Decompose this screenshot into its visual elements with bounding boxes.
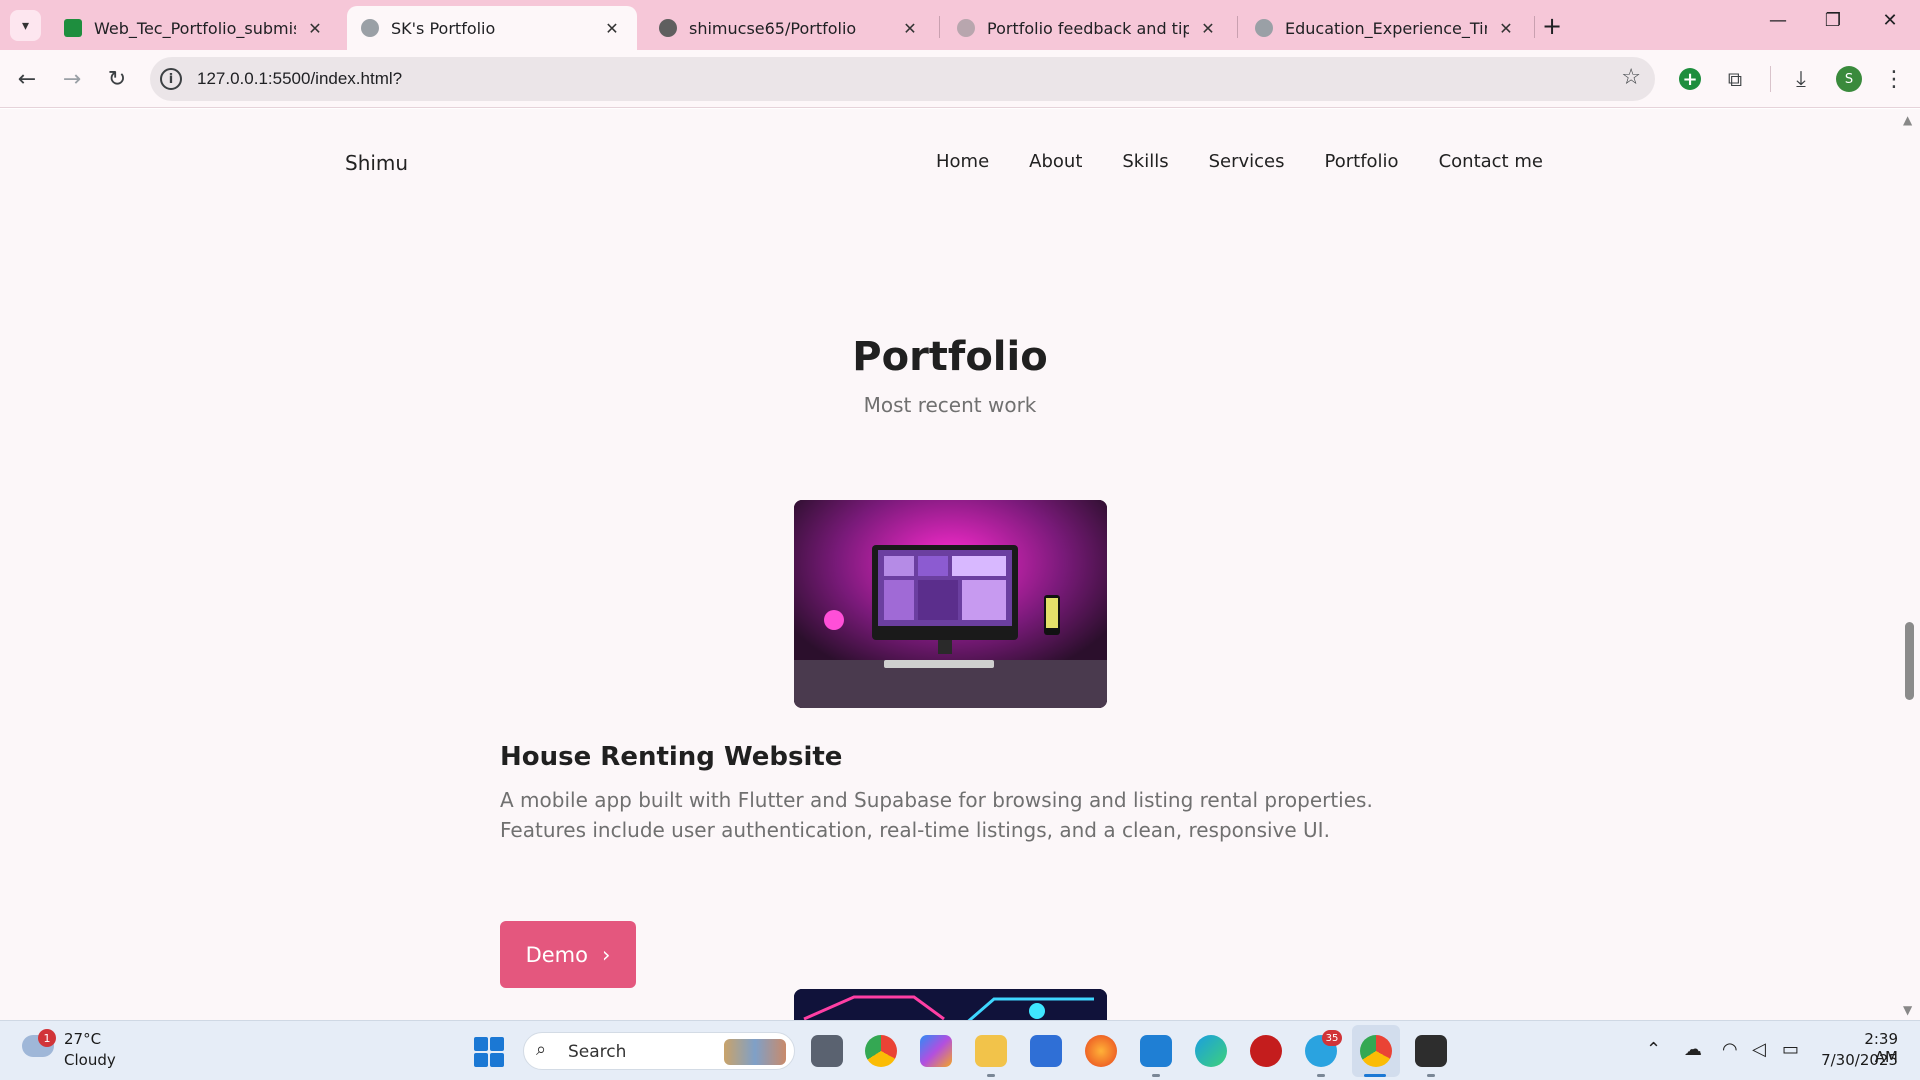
nav-about[interactable]: About <box>1029 151 1082 172</box>
forward-arrow-icon[interactable]: → <box>55 62 89 96</box>
nav-skills[interactable]: Skills <box>1122 151 1168 172</box>
github-icon <box>659 19 677 37</box>
tab-label: Education_Experience_Timeline <box>1285 18 1487 38</box>
taskbar-search-box[interactable]: ⌕ Search <box>523 1032 795 1070</box>
chevron-up-icon[interactable]: ⌃ <box>1646 1039 1661 1060</box>
new-tab-plus-icon[interactable]: + <box>1542 12 1562 40</box>
running-indicator <box>1152 1074 1160 1077</box>
tab-portfolio-submission[interactable]: Web_Tec_Portfolio_submission ✕ <box>50 6 340 50</box>
telegram-unread-badge: 35 <box>1322 1030 1342 1046</box>
running-indicator <box>1317 1074 1325 1077</box>
address-bar[interactable]: i 127.0.0.1:5500/index.html? ☆ <box>150 57 1655 101</box>
browser-tab-strip: ▾ Web_Tec_Portfolio_submission ✕ SK's Po… <box>0 0 1920 50</box>
close-icon[interactable]: ✕ <box>1197 17 1219 39</box>
windows-taskbar: 1 27°C Cloudy ⌕ Search 35 ⌃ ☁ ◠ ◁ ▭ 2:39… <box>0 1020 1920 1080</box>
page-viewport: Shimu Home About Skills Services Portfol… <box>0 109 1920 1020</box>
battery-icon[interactable]: ▭ <box>1782 1039 1799 1060</box>
tab-education-timeline[interactable]: Education_Experience_Timeline ✕ <box>1241 6 1531 50</box>
tab-github-portfolio[interactable]: shimucse65/Portfolio ✕ <box>645 6 935 50</box>
tab-sk-portfolio[interactable]: SK's Portfolio ✕ <box>347 6 637 50</box>
scroll-up-arrow-icon[interactable]: ▲ <box>1903 113 1912 127</box>
toolbar-separator <box>1770 66 1771 92</box>
next-project-image <box>794 989 1107 1020</box>
security-app-icon[interactable] <box>1250 1035 1282 1067</box>
project-title: House Renting Website <box>500 742 843 772</box>
tab-search-button[interactable]: ▾ <box>10 10 41 41</box>
scrollbar-thumb[interactable] <box>1905 622 1914 700</box>
tab-separator <box>1534 16 1535 38</box>
back-arrow-icon[interactable]: ← <box>10 62 44 96</box>
url-text[interactable]: 127.0.0.1:5500/index.html? <box>197 69 402 89</box>
tab-label: Portfolio feedback and tips <box>987 18 1189 38</box>
scroll-down-arrow-icon[interactable]: ▼ <box>1903 1003 1912 1017</box>
close-icon[interactable]: ✕ <box>1495 17 1517 39</box>
active-indicator <box>1364 1074 1386 1077</box>
running-indicator <box>1427 1074 1435 1077</box>
window-close-icon[interactable]: ✕ <box>1867 10 1913 31</box>
chrome-icon[interactable] <box>865 1035 897 1067</box>
tab-label: Web_Tec_Portfolio_submission <box>94 18 296 38</box>
bookmark-star-icon[interactable]: ☆ <box>1621 65 1641 90</box>
chevron-right-icon: › <box>602 942 611 967</box>
copilot-icon[interactable] <box>920 1035 952 1067</box>
weather-notification-badge: 1 <box>38 1029 56 1047</box>
download-icon[interactable]: ⤓ <box>1784 62 1818 96</box>
sheets-icon <box>64 19 82 37</box>
extension-plus-icon[interactable]: + <box>1679 68 1701 90</box>
running-indicator <box>987 1074 995 1077</box>
section-subtitle: Most recent work <box>863 393 1037 417</box>
tab-label: shimucse65/Portfolio <box>689 18 857 38</box>
nav-portfolio[interactable]: Portfolio <box>1325 151 1399 172</box>
demo-button[interactable]: Demo › <box>500 921 636 988</box>
menu-kebab-icon[interactable]: ⋮ <box>1877 62 1911 96</box>
search-icon: ⌕ <box>536 1039 547 1060</box>
taskbar-search-label: Search <box>568 1042 627 1062</box>
project-image <box>794 500 1107 708</box>
search-highlight-image <box>724 1039 786 1065</box>
browser-toolbar: ← → ↻ i 127.0.0.1:5500/index.html? ☆ ⧉ ⤓… <box>0 50 1920 108</box>
microsoft-store-icon[interactable] <box>1030 1035 1062 1067</box>
project-description: A mobile app built with Flutter and Supa… <box>500 788 1373 842</box>
volume-icon[interactable]: ◁ <box>1752 1039 1766 1060</box>
terminal-icon[interactable] <box>1415 1035 1447 1067</box>
close-icon[interactable]: ✕ <box>899 17 921 39</box>
clock-date[interactable]: 7/30/2025 <box>1818 1051 1898 1069</box>
site-logo[interactable]: Shimu <box>345 151 408 175</box>
file-explorer-icon[interactable] <box>975 1035 1007 1067</box>
vscode-icon[interactable] <box>1140 1035 1172 1067</box>
weather-temperature[interactable]: 27°C <box>64 1030 101 1048</box>
close-icon[interactable]: ✕ <box>304 17 326 39</box>
site-nav: Home About Skills Services Portfolio Con… <box>936 151 1543 172</box>
extensions-puzzle-icon[interactable]: ⧉ <box>1718 62 1752 96</box>
chrome-active-icon[interactable] <box>1360 1035 1392 1067</box>
wifi-icon[interactable]: ◠ <box>1722 1039 1738 1060</box>
windows-start-icon[interactable] <box>474 1037 504 1067</box>
nav-home[interactable]: Home <box>936 151 989 172</box>
chatgpt-icon <box>957 19 975 37</box>
site-info-icon[interactable]: i <box>160 68 182 90</box>
nav-services[interactable]: Services <box>1209 151 1285 172</box>
minimize-icon[interactable]: — <box>1755 10 1801 31</box>
weather-condition[interactable]: Cloudy <box>64 1051 116 1069</box>
tab-separator <box>939 16 940 38</box>
tab-separator <box>1237 16 1238 38</box>
reload-icon[interactable]: ↻ <box>100 62 134 96</box>
task-view-icon[interactable] <box>811 1035 843 1067</box>
onedrive-cloud-icon[interactable]: ☁ <box>1684 1039 1702 1060</box>
globe-icon <box>1255 19 1273 37</box>
profile-avatar[interactable]: S <box>1836 66 1862 92</box>
demo-button-label: Demo <box>525 942 588 967</box>
tab-portfolio-feedback[interactable]: Portfolio feedback and tips ✕ <box>943 6 1233 50</box>
edge-icon[interactable] <box>1195 1035 1227 1067</box>
close-icon[interactable]: ✕ <box>601 17 623 39</box>
nav-contact[interactable]: Contact me <box>1439 151 1543 172</box>
restore-icon[interactable]: ❐ <box>1810 10 1856 31</box>
section-title: Portfolio <box>852 334 1048 380</box>
firefox-icon[interactable] <box>1085 1035 1117 1067</box>
page-scrollbar[interactable] <box>1900 109 1920 1020</box>
globe-icon <box>361 19 379 37</box>
tab-label: SK's Portfolio <box>391 18 496 38</box>
